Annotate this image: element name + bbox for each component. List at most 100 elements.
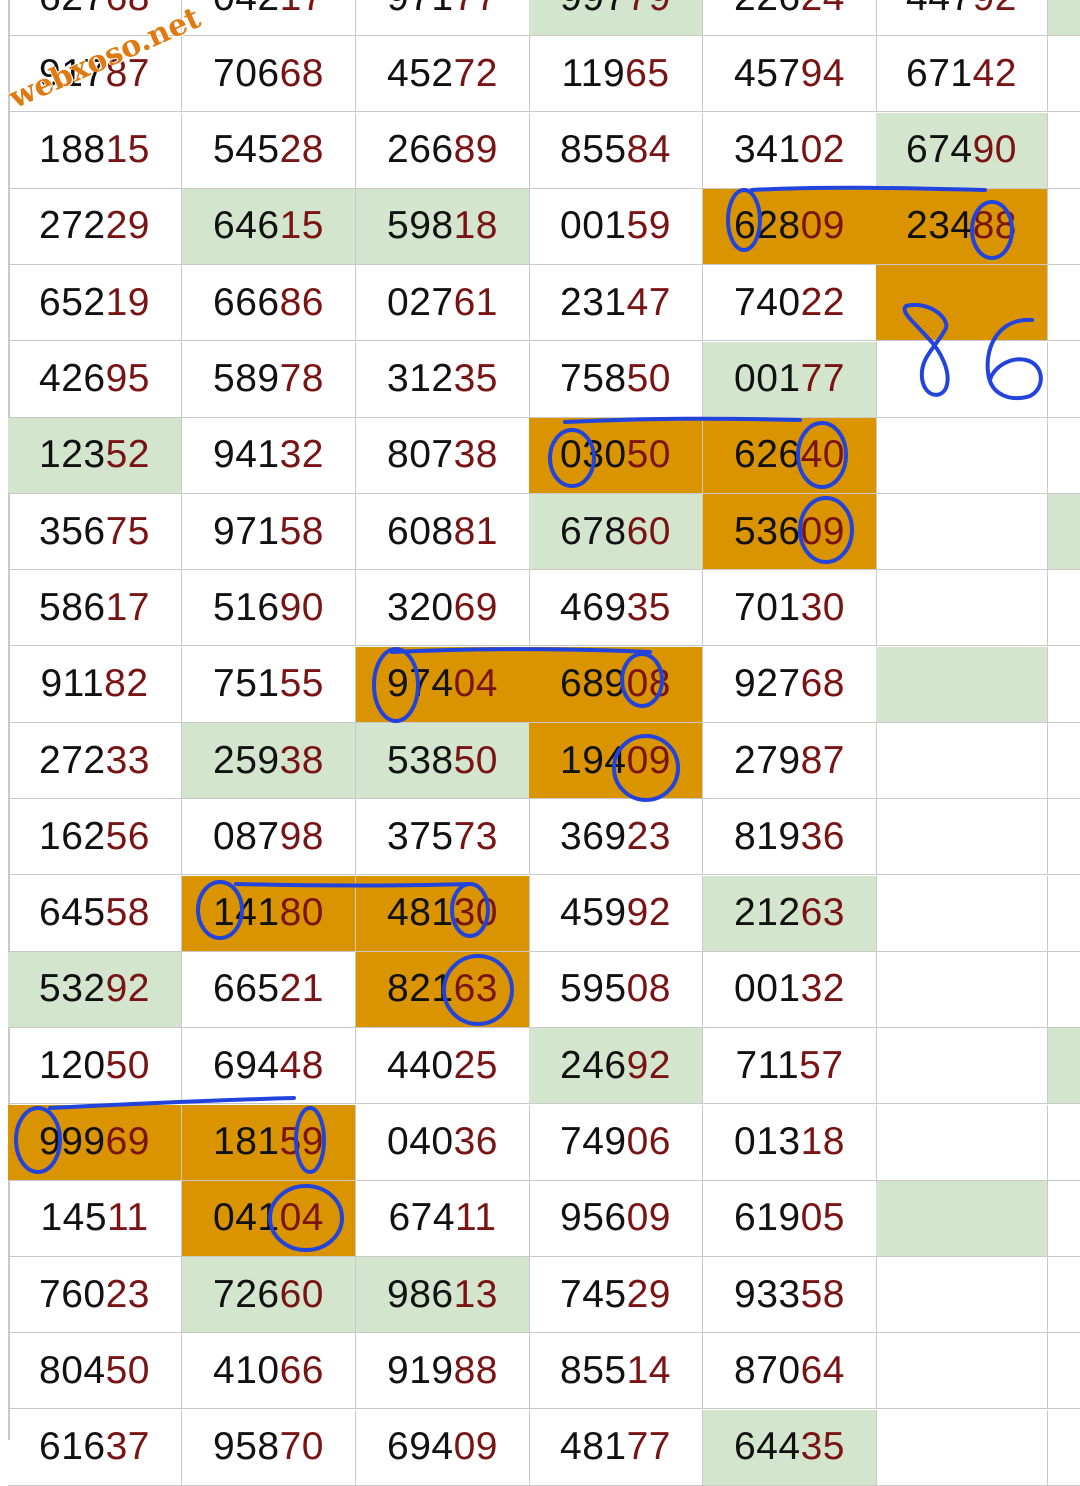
- number-prefix: 870: [734, 1348, 801, 1392]
- number-prefix: 001: [734, 967, 801, 1011]
- number-last-two-digits: 77: [800, 357, 845, 400]
- edge-column-cell: [1048, 113, 1080, 189]
- result-cell: 04217: [182, 0, 356, 36]
- number-prefix: 538: [387, 738, 454, 782]
- number-last-two-digits: 05: [800, 1196, 845, 1240]
- number-last-two-digits: 68: [800, 662, 845, 706]
- number-last-two-digits: 23: [626, 814, 671, 858]
- result-cell: [876, 875, 1048, 952]
- number-last-two-digits: 04: [453, 662, 498, 706]
- number-last-two-digits: 29: [626, 1272, 671, 1316]
- number-last-two-digits: 35: [626, 585, 671, 629]
- result-cell: 001 32: [703, 951, 877, 1028]
- number-prefix: 145: [40, 1196, 108, 1240]
- result-cell: 259 38: [182, 723, 356, 799]
- number-prefix: 212: [734, 891, 801, 935]
- result-cell: 536 09: [703, 494, 877, 571]
- number-prefix: 272: [39, 204, 106, 248]
- number-last-two-digits: 50: [105, 1043, 150, 1087]
- number-prefix: 087: [213, 814, 280, 858]
- result-cell: 44792: [876, 0, 1048, 36]
- number-prefix: 689: [560, 662, 627, 706]
- result-cell: 971 58: [182, 494, 356, 571]
- number-last-two-digits: 65: [625, 51, 670, 95]
- number-last-two-digits: 66: [279, 1348, 324, 1392]
- result-cell: 745 29: [529, 1257, 703, 1334]
- result-cell: 001 77: [703, 341, 877, 418]
- number-last-two-digits: 77: [626, 1425, 671, 1469]
- number-last-two-digits: 92: [105, 967, 150, 1011]
- result-cell: 194 09: [529, 723, 703, 799]
- number-last-two-digits: 38: [453, 433, 498, 477]
- number-prefix: 974: [387, 662, 454, 706]
- number-prefix: 320: [387, 585, 454, 629]
- number-last-two-digits: 36: [453, 1120, 498, 1163]
- number-last-two-digits: 57: [799, 1043, 844, 1087]
- number-last-two-digits: 15: [105, 128, 150, 172]
- number-prefix: 608: [387, 509, 454, 553]
- table-row: 532 92 665 21 821 63 595 08 001 32: [0, 951, 1080, 1028]
- result-cell: [876, 570, 1048, 647]
- result-cell: [876, 799, 1048, 876]
- result-cell: 711 57: [703, 1028, 877, 1105]
- edge-column-cell: [1048, 36, 1080, 113]
- result-cell: 013 18: [703, 1104, 877, 1181]
- number-last-two-digits: 63: [800, 891, 845, 935]
- edge-column-cell: [1048, 570, 1080, 647]
- number-last-two-digits: 89: [453, 128, 498, 172]
- result-cell: 933 58: [703, 1257, 877, 1334]
- number-last-two-digits: 64: [800, 1348, 845, 1392]
- number-last-two-digits: 61: [453, 280, 498, 324]
- result-cell: 974 04: [356, 646, 530, 723]
- result-cell: 694 48: [182, 1028, 356, 1105]
- number-last-two-digits: 58: [105, 891, 150, 935]
- number-last-two-digits: 68: [106, 0, 150, 20]
- number-last-two-digits: 18: [800, 1120, 845, 1163]
- number-prefix: 459: [560, 891, 627, 935]
- result-cell: 919 88: [356, 1333, 530, 1410]
- number-last-two-digits: 92: [973, 0, 1017, 20]
- result-cell: 452 72: [356, 36, 530, 113]
- edge-column-cell: [1048, 1028, 1080, 1105]
- result-cell: 087 98: [182, 799, 356, 876]
- number-prefix: 447: [906, 0, 973, 20]
- result-cell: 689 08: [529, 646, 703, 723]
- number-prefix: 819: [734, 814, 801, 858]
- result-cell: 644 35: [703, 1409, 877, 1486]
- result-cell: 041 04: [182, 1180, 356, 1257]
- number-last-two-digits: 14: [626, 1348, 671, 1392]
- result-cell: [876, 265, 1048, 342]
- number-last-two-digits: 75: [105, 509, 150, 553]
- table-row: 272 33 259 38 538 50 194 09 279 87: [0, 723, 1080, 799]
- number-prefix: 410: [213, 1348, 280, 1392]
- number-last-two-digits: 88: [453, 1348, 498, 1392]
- number-last-two-digits: 23: [105, 1272, 150, 1316]
- table-row: 616 37 958 70 694 09 481 77 644 35: [0, 1409, 1080, 1486]
- result-cell: [876, 1333, 1048, 1410]
- number-prefix: 678: [560, 509, 627, 553]
- result-cell: 804 50: [8, 1333, 182, 1410]
- number-last-two-digits: 42: [972, 51, 1017, 95]
- result-cell: 410 66: [182, 1333, 356, 1410]
- result-cell: 586 17: [8, 570, 182, 647]
- number-prefix: 671: [906, 51, 973, 95]
- number-last-two-digits: 08: [626, 662, 671, 706]
- table-row: 652 19 666 86 027 61 231 47 740 22: [0, 265, 1080, 342]
- result-cell: 749 06: [529, 1104, 703, 1181]
- result-cell: 645 58: [8, 875, 182, 952]
- result-cell: 212 63: [703, 875, 877, 952]
- table-row: 123 52 941 32 807 38 030 50 626 40: [0, 417, 1080, 494]
- number-last-two-digits: 77: [454, 0, 498, 20]
- number-last-two-digits: 22: [800, 280, 845, 324]
- result-cell: 516 90: [182, 570, 356, 647]
- edge-column-cell: [1048, 342, 1080, 418]
- number-prefix: 958: [213, 1425, 280, 1469]
- number-prefix: 919: [387, 1348, 454, 1392]
- result-cell: [876, 1104, 1048, 1181]
- edge-column-cell: [1048, 1333, 1080, 1410]
- result-cell: 665 21: [182, 951, 356, 1028]
- number-prefix: 001: [734, 357, 801, 400]
- number-prefix: 674: [388, 1196, 456, 1240]
- number-prefix: 586: [39, 585, 106, 629]
- table-row: 356 75 971 58 608 81 678 60 536 09: [0, 494, 1080, 571]
